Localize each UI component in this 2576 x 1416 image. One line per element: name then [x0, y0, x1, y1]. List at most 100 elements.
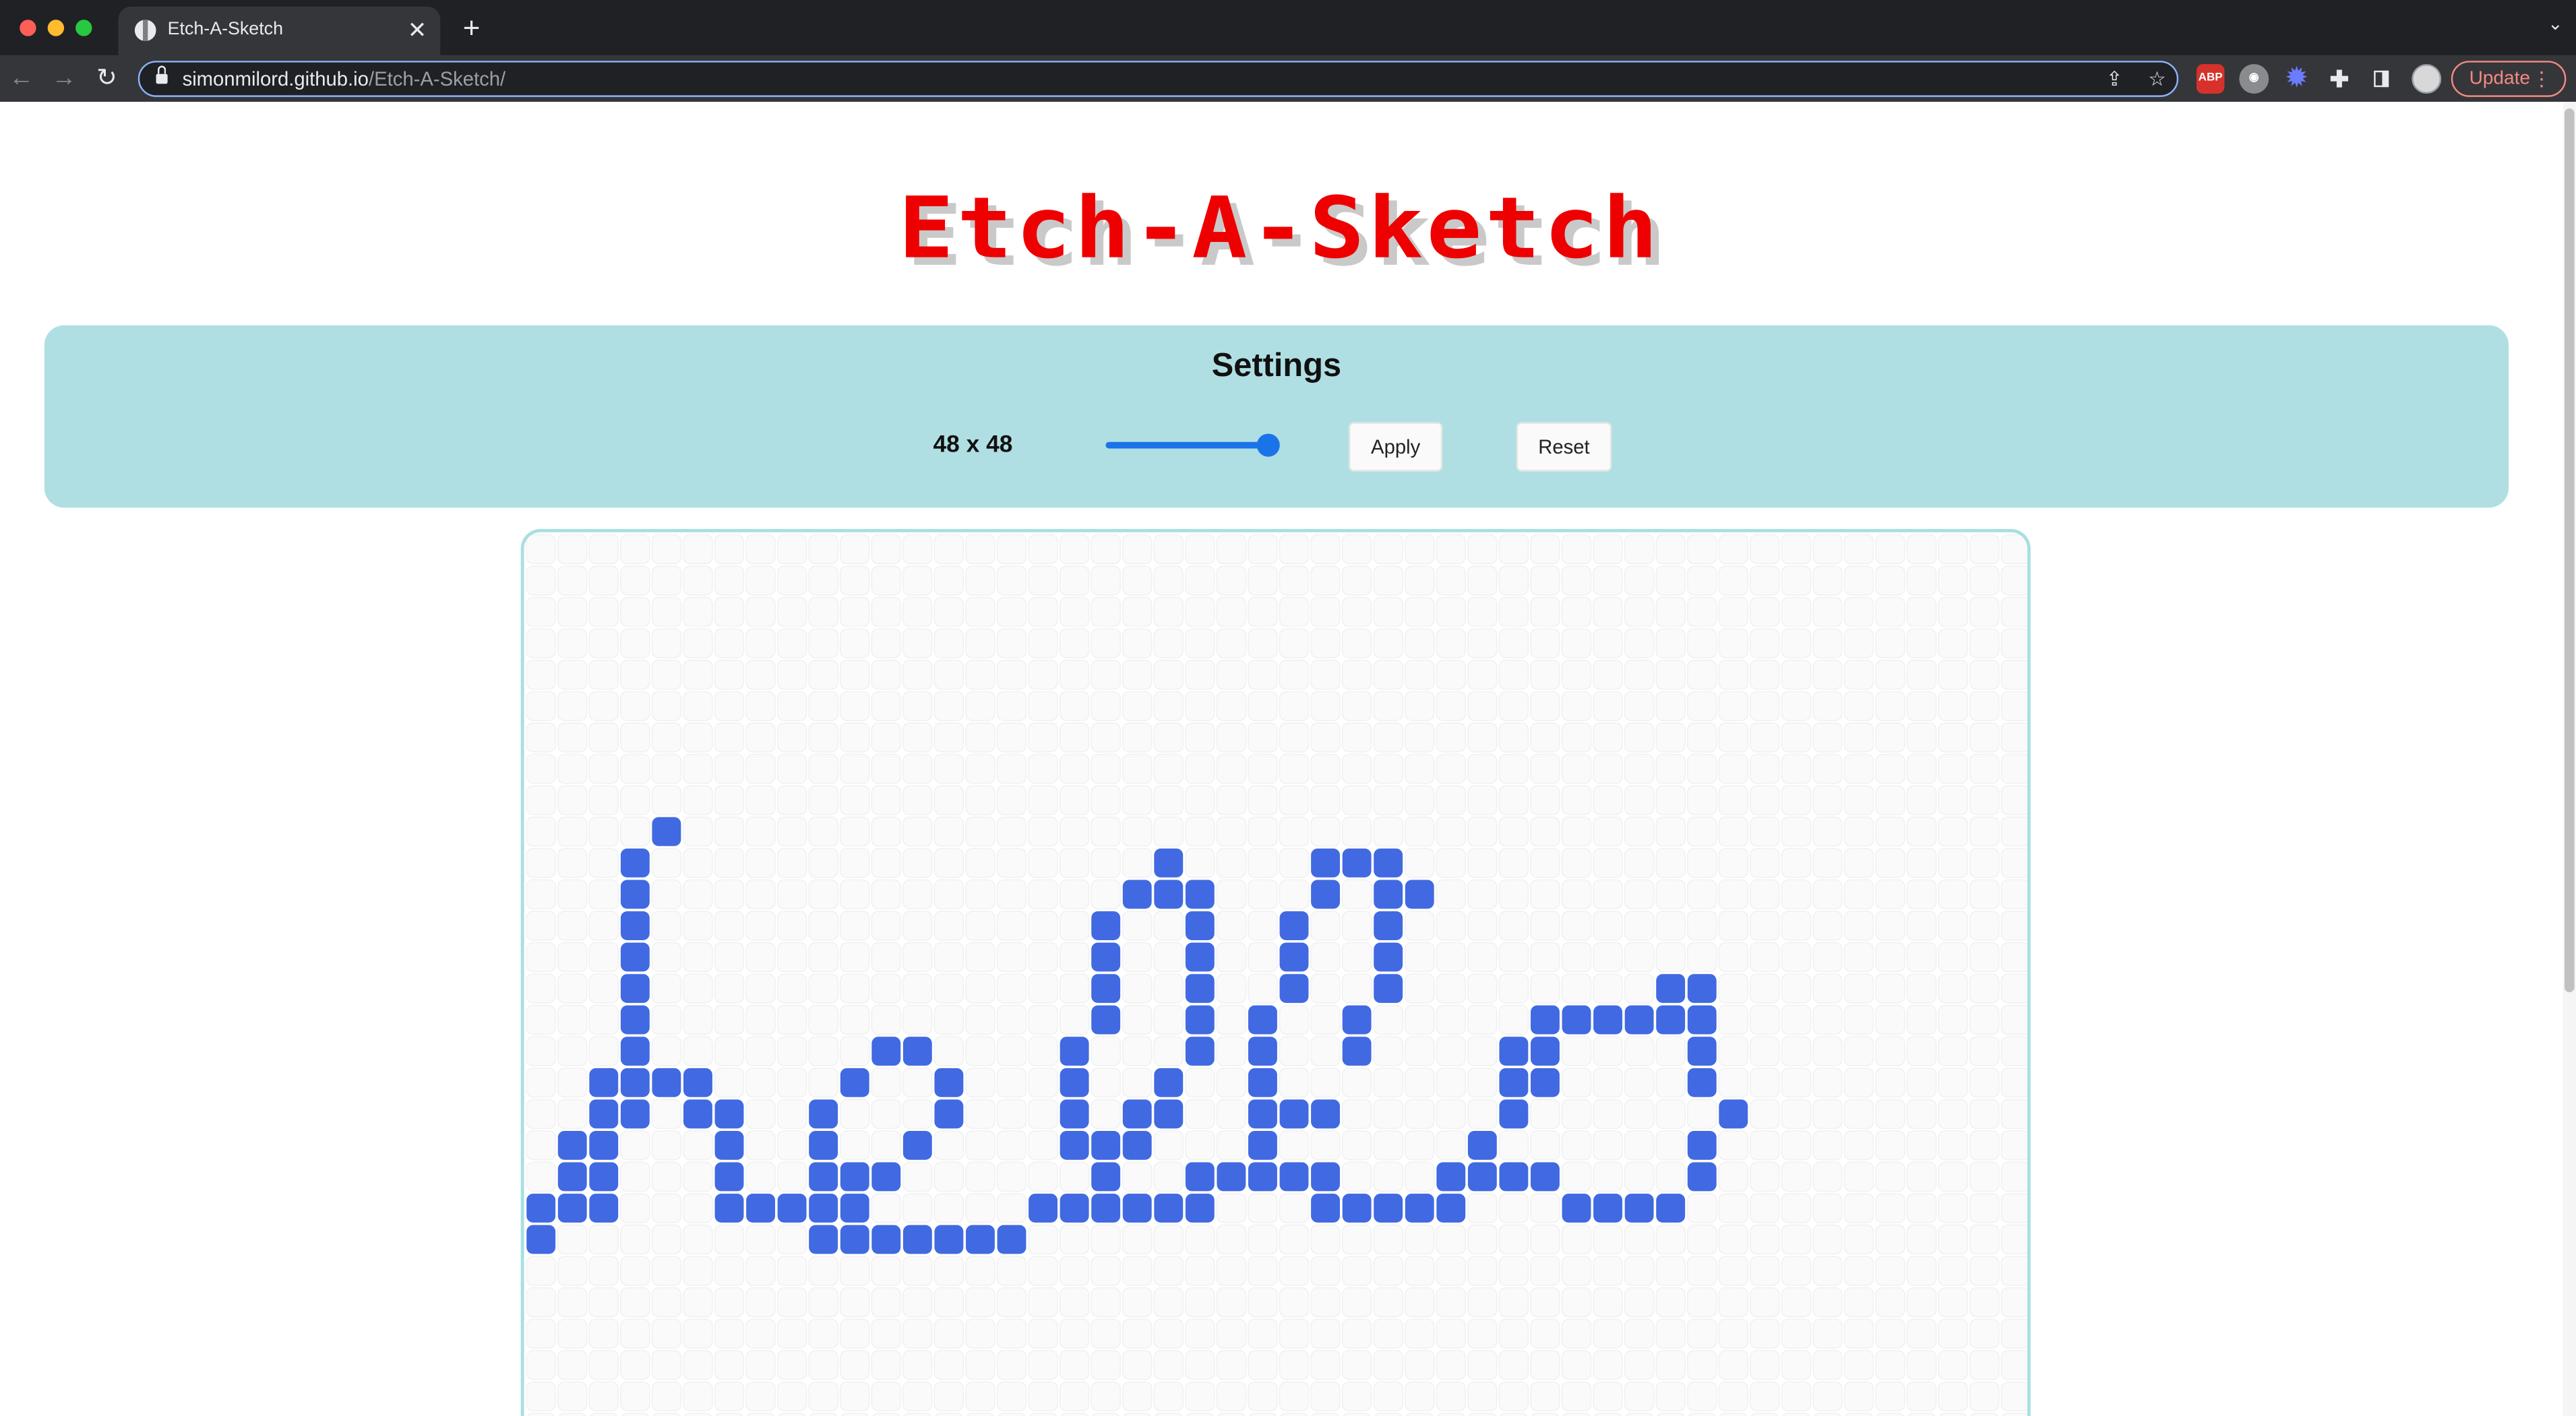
grid-cell[interactable] — [998, 660, 1026, 689]
grid-cell[interactable] — [1750, 598, 1779, 627]
grid-cell-filled[interactable] — [1186, 1163, 1215, 1192]
grid-cell[interactable] — [1405, 1351, 1434, 1380]
grid-cell[interactable] — [1374, 1225, 1403, 1254]
grid-cell-filled[interactable] — [1091, 911, 1120, 940]
grid-cell-filled[interactable] — [1060, 1131, 1089, 1160]
apply-button[interactable]: Apply — [1349, 422, 1442, 471]
grid-cell-filled[interactable] — [1343, 1194, 1372, 1223]
grid-cell[interactable] — [1531, 1319, 1560, 1348]
grid-cell[interactable] — [683, 1006, 712, 1035]
grid-cell[interactable] — [526, 1256, 555, 1285]
grid-cell[interactable] — [1531, 817, 1560, 846]
grid-cell[interactable] — [589, 660, 618, 689]
grid-cell[interactable] — [1750, 660, 1779, 689]
grid-cell[interactable] — [1688, 1319, 1717, 1348]
grid-cell[interactable] — [1719, 1068, 1748, 1097]
grid-cell[interactable] — [1625, 598, 1654, 627]
grid-cell[interactable] — [1091, 1068, 1120, 1097]
grid-cell[interactable] — [1970, 1194, 1999, 1223]
grid-cell[interactable] — [1531, 691, 1560, 720]
grid-cell[interactable] — [1186, 1225, 1215, 1254]
grid-cell-filled[interactable] — [1374, 974, 1403, 1003]
grid-cell[interactable] — [1280, 1225, 1309, 1254]
grid-cell[interactable] — [1625, 1163, 1654, 1192]
grid-cell[interactable] — [966, 911, 995, 940]
grid-cell[interactable] — [871, 1351, 900, 1380]
grid-cell[interactable] — [1186, 691, 1215, 720]
grid-cell[interactable] — [1186, 1351, 1215, 1380]
grid-cell[interactable] — [1374, 566, 1403, 595]
grid-cell[interactable] — [966, 629, 995, 658]
grid-cell[interactable] — [683, 1351, 712, 1380]
grid-cell[interactable] — [1688, 849, 1717, 878]
grid-cell[interactable] — [1405, 1037, 1434, 1066]
grid-cell[interactable] — [1123, 660, 1152, 689]
grid-cell[interactable] — [1217, 911, 1246, 940]
grid-cell[interactable] — [1907, 911, 1936, 940]
grid-cell[interactable] — [1938, 1006, 1967, 1035]
grid-cell[interactable] — [652, 1288, 681, 1317]
grid-cell[interactable] — [1374, 598, 1403, 627]
grid-cell[interactable] — [1970, 786, 1999, 815]
grid-cell[interactable] — [621, 1163, 650, 1192]
grid-cell[interactable] — [1499, 1194, 1528, 1223]
grid-cell[interactable] — [1186, 534, 1215, 563]
grid-cell[interactable] — [871, 880, 900, 909]
grid-cell[interactable] — [1186, 1319, 1215, 1348]
grid-cell[interactable] — [1060, 754, 1089, 783]
grid-cell-filled[interactable] — [809, 1099, 838, 1128]
grid-cell[interactable] — [1656, 629, 1685, 658]
grid-cell[interactable] — [1593, 974, 1622, 1003]
grid-cell[interactable] — [1907, 691, 1936, 720]
grid-cell[interactable] — [1688, 1194, 1717, 1223]
grid-cell[interactable] — [1750, 943, 1779, 972]
grid-cell[interactable] — [1781, 1099, 1810, 1128]
grid-cell[interactable] — [840, 754, 869, 783]
grid-cell[interactable] — [778, 849, 807, 878]
grid-cell[interactable] — [966, 974, 995, 1003]
grid-cell[interactable] — [1907, 534, 1936, 563]
grid-cell[interactable] — [809, 911, 838, 940]
grid-cell[interactable] — [1499, 1006, 1528, 1035]
grid-cell[interactable] — [1845, 974, 1874, 1003]
grid-cell[interactable] — [1750, 1006, 1779, 1035]
grid-cell[interactable] — [1781, 660, 1810, 689]
grid-cell[interactable] — [871, 943, 900, 972]
grid-cell-filled[interactable] — [589, 1068, 618, 1097]
grid-cell[interactable] — [526, 786, 555, 815]
grid-cell[interactable] — [558, 1413, 587, 1416]
grid-cell[interactable] — [1593, 660, 1622, 689]
grid-cell[interactable] — [1531, 1351, 1560, 1380]
grid-cell[interactable] — [1436, 1256, 1465, 1285]
grid-cell[interactable] — [1907, 786, 1936, 815]
grid-cell[interactable] — [1845, 1194, 1874, 1223]
grid-cell[interactable] — [1029, 1037, 1057, 1066]
grid-cell[interactable] — [1436, 911, 1465, 940]
grid-cell[interactable] — [966, 1131, 995, 1160]
grid-cell[interactable] — [1154, 629, 1183, 658]
grid-cell[interactable] — [1970, 1099, 1999, 1128]
grid-cell[interactable] — [1217, 754, 1246, 783]
grid-cell[interactable] — [1970, 660, 1999, 689]
grid-cell[interactable] — [1656, 566, 1685, 595]
grid-cell[interactable] — [1248, 1256, 1277, 1285]
grid-cell[interactable] — [903, 849, 932, 878]
grid-cell[interactable] — [526, 1382, 555, 1411]
grid-cell[interactable] — [1593, 880, 1622, 909]
grid-cell[interactable] — [652, 1351, 681, 1380]
grid-cell[interactable] — [715, 817, 744, 846]
grid-cell[interactable] — [1907, 1225, 1936, 1254]
grid-cell[interactable] — [1876, 974, 1905, 1003]
grid-cell[interactable] — [1813, 849, 1842, 878]
grid-cell[interactable] — [840, 880, 869, 909]
grid-cell[interactable] — [526, 974, 555, 1003]
grid-cell[interactable] — [1436, 786, 1465, 815]
grid-cell[interactable] — [526, 723, 555, 752]
grid-cell[interactable] — [1531, 911, 1560, 940]
grid-cell[interactable] — [1845, 1225, 1874, 1254]
grid-cell[interactable] — [1750, 1319, 1779, 1348]
grid-cell[interactable] — [1217, 691, 1246, 720]
grid-cell[interactable] — [1343, 1319, 1372, 1348]
grid-cell[interactable] — [1719, 598, 1748, 627]
grid-cell-filled[interactable] — [1688, 1131, 1717, 1160]
